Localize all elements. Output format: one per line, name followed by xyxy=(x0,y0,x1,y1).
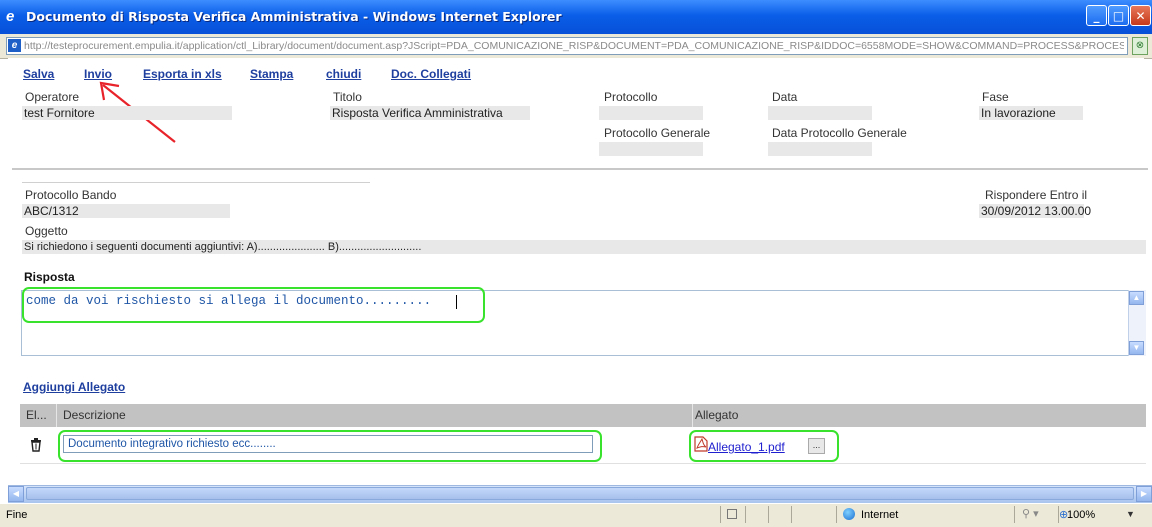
maximize-icon: □ xyxy=(1112,9,1125,23)
stampa-link[interactable]: Stampa xyxy=(250,67,293,81)
globe-icon xyxy=(843,508,855,520)
column-header-descrizione[interactable]: Descrizione xyxy=(63,404,126,427)
protocollo-value xyxy=(599,106,703,120)
ie-icon: e xyxy=(6,8,15,25)
chiudi-link[interactable]: chiudi xyxy=(326,67,361,81)
status-pane xyxy=(745,506,768,523)
titolo-value: Risposta Verifica Amministrativa xyxy=(330,106,530,120)
zoom-level[interactable]: 100% xyxy=(1067,509,1095,521)
zoom-dropdown-icon[interactable]: ▼ xyxy=(1126,509,1135,519)
protocollo-bando-label: Protocollo Bando xyxy=(25,188,117,202)
column-divider xyxy=(56,404,57,427)
window-title: Documento di Risposta Verifica Amministr… xyxy=(26,9,562,24)
minimize-button[interactable]: _ xyxy=(1086,5,1107,26)
section-rule xyxy=(22,182,370,183)
aggiungi-allegato-link[interactable]: Aggiungi Allegato xyxy=(23,380,125,394)
doc-collegati-link[interactable]: Doc. Collegati xyxy=(391,67,471,81)
data-value xyxy=(768,106,872,120)
data-protocollo-generale-value xyxy=(768,142,872,156)
fase-value: In lavorazione xyxy=(979,106,1083,120)
scroll-thumb[interactable] xyxy=(26,487,1134,500)
oggetto-label: Oggetto xyxy=(25,224,68,238)
rispondere-entro-value: 30/09/2012 13.00.00 xyxy=(979,204,1092,218)
address-url[interactable]: http://testeprocurement.empulia.it/appli… xyxy=(24,38,1124,54)
fase-label: Fase xyxy=(982,90,1009,104)
maximize-button[interactable]: □ xyxy=(1108,5,1129,26)
trash-icon[interactable] xyxy=(30,438,42,452)
close-button[interactable]: ✕ xyxy=(1130,5,1151,26)
allegati-grid-header xyxy=(20,404,1146,427)
titolo-label: Titolo xyxy=(333,90,362,104)
scroll-up-icon[interactable]: ▲ xyxy=(1129,291,1144,305)
salva-link[interactable]: Salva xyxy=(23,67,54,81)
scroll-left-icon[interactable]: ◀ xyxy=(8,486,24,502)
close-icon: ✕ xyxy=(1135,9,1146,23)
page-icon: e xyxy=(8,39,21,52)
scroll-down-icon[interactable]: ▼ xyxy=(1129,341,1144,355)
zone-text: Internet xyxy=(861,509,899,521)
operatore-label: Operatore xyxy=(25,90,80,104)
column-header-allegato[interactable]: Allegato xyxy=(695,404,738,427)
status-text: Fine xyxy=(6,509,28,521)
highlight-allegato xyxy=(689,430,839,462)
highlight-descrizione xyxy=(58,430,602,462)
status-pane xyxy=(768,506,791,523)
minimize-icon: _ xyxy=(1093,9,1100,23)
operatore-value: test Fornitore xyxy=(22,106,232,120)
protocollo-bando-value: ABC/1312 xyxy=(22,204,230,218)
page-status-icon xyxy=(727,509,737,519)
data-label: Data xyxy=(772,90,798,104)
protocollo-generale-label: Protocollo Generale xyxy=(604,126,711,140)
risposta-label: Risposta xyxy=(24,270,75,284)
section-divider xyxy=(12,168,1148,170)
protected-mode-icon[interactable]: ⚲ ▾ xyxy=(1022,507,1039,520)
highlight-risposta xyxy=(22,287,485,323)
protocollo-generale-value xyxy=(599,142,703,156)
protocollo-label: Protocollo xyxy=(604,90,658,104)
column-divider xyxy=(692,404,693,427)
scroll-right-icon[interactable]: ▶ xyxy=(1136,486,1152,502)
oggetto-value: Si richiedono i seguenti documenti aggiu… xyxy=(22,240,1146,254)
column-header-el[interactable]: El... xyxy=(26,404,47,427)
data-protocollo-generale-label: Data Protocollo Generale xyxy=(772,126,907,140)
status-pane xyxy=(791,506,814,523)
rispondere-entro-label: Rispondere Entro il xyxy=(985,188,1088,202)
compatibility-icon[interactable]: ⊗ xyxy=(1132,37,1148,55)
